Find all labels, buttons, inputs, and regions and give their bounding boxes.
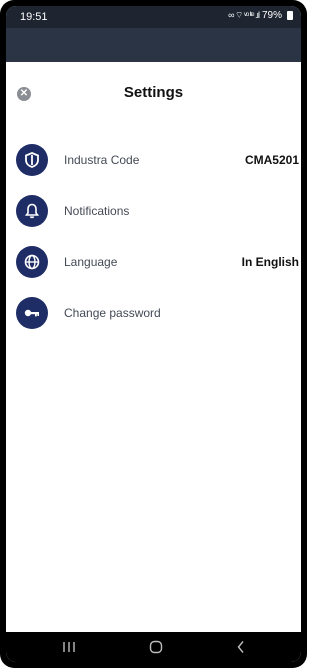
android-nav-bar	[6, 632, 301, 662]
key-icon	[16, 297, 48, 329]
phone-frame: 19:51 ∞ ⌔ ᵛᵒ ˡᵗᵉ .ıl 79% ✕ Settings Indu…	[0, 0, 307, 668]
settings-item-label: Industra Code	[64, 153, 140, 167]
settings-sheet: ✕ Settings Industra Code CMA5201 Notific…	[6, 62, 301, 632]
settings-item-language[interactable]: Language In English	[16, 246, 301, 280]
settings-item-value: CMA5201	[244, 153, 299, 167]
recent-apps-icon[interactable]	[49, 632, 89, 662]
battery-percent: 79%	[261, 10, 282, 21]
home-icon[interactable]	[136, 632, 176, 662]
page-title: Settings	[123, 84, 184, 101]
settings-item-industra-code[interactable]: Industra Code CMA5201	[16, 144, 301, 178]
settings-item-label: Notifications	[64, 204, 130, 218]
back-icon[interactable]	[221, 632, 261, 662]
status-indicators: ∞ ⌔ ᵛᵒ ˡᵗᵉ .ıl 79%	[228, 10, 293, 21]
settings-item-change-password[interactable]: Change password	[16, 297, 301, 331]
status-time: 19:51	[20, 11, 48, 23]
settings-item-label: Language	[64, 255, 118, 269]
phone-screen: 19:51 ∞ ⌔ ᵛᵒ ˡᵗᵉ .ıl 79% ✕ Settings Indu…	[6, 6, 301, 662]
signal-icons: ∞ ⌔ ᵛᵒ ˡᵗᵉ .ıl	[228, 10, 260, 20]
settings-item-label: Change password	[64, 306, 161, 320]
app-header-bar	[6, 28, 301, 62]
shield-icon	[16, 144, 48, 176]
battery-icon	[287, 11, 293, 20]
bell-icon	[16, 195, 48, 227]
settings-item-notifications[interactable]: Notifications	[16, 195, 301, 229]
status-bar: 19:51 ∞ ⌔ ᵛᵒ ˡᵗᵉ .ıl 79%	[6, 6, 301, 28]
globe-icon	[16, 246, 48, 278]
settings-item-value: In English	[241, 255, 299, 269]
